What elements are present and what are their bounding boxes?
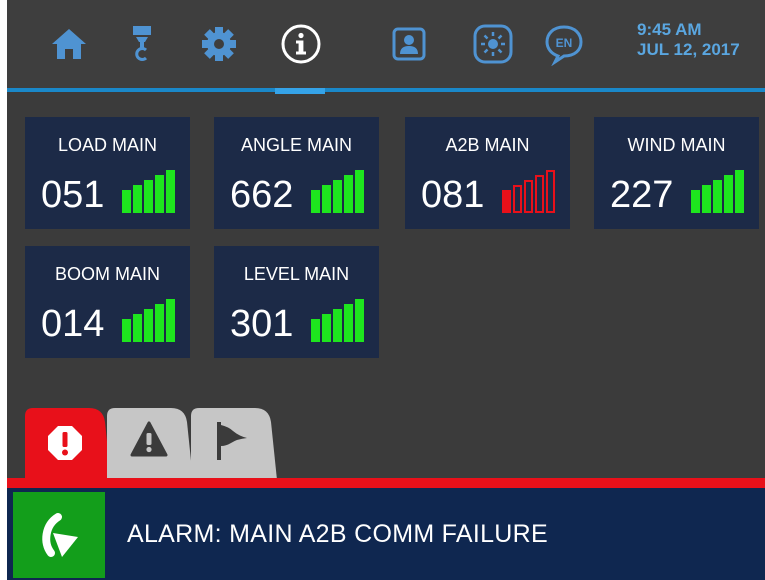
home-icon — [52, 29, 86, 59]
language-icon: EN — [545, 25, 583, 66]
nav-settings[interactable] — [197, 22, 241, 66]
nav-crane-hook[interactable] — [120, 22, 164, 66]
alarm-message: ALARM: MAIN A2B COMM FAILURE — [127, 520, 548, 548]
signal-strength-icon — [311, 170, 364, 213]
tile-boom-main[interactable]: BOOM MAIN 014 — [25, 246, 190, 358]
tile-level-main[interactable]: LEVEL MAIN 301 — [214, 246, 379, 358]
tile-angle-main[interactable]: ANGLE MAIN 662 — [214, 117, 379, 229]
display-screen: EN 9:45 AM JUL 12, 2017 LOAD MAIN 051 AN… — [7, 0, 765, 580]
nav-home[interactable] — [47, 22, 91, 66]
tile-label: LOAD MAIN — [57, 135, 158, 155]
acknowledge-button[interactable] — [13, 492, 105, 578]
crane-hook-icon — [133, 26, 151, 61]
tile-label: ANGLE MAIN — [240, 135, 353, 155]
language-code: EN — [556, 36, 573, 50]
nav-operator-id[interactable] — [387, 22, 431, 66]
info-icon — [281, 24, 321, 64]
signal-strength-icon — [502, 170, 555, 213]
signal-strength-icon — [122, 170, 175, 213]
active-nav-indicator — [275, 88, 325, 94]
tile-a2b-main[interactable]: A2B MAIN 081 — [405, 117, 570, 229]
signal-strength-icon — [691, 170, 744, 213]
top-nav-bar: EN 9:45 AM JUL 12, 2017 — [7, 0, 765, 90]
tile-value: 301 — [230, 303, 294, 345]
acknowledge-arrow-icon — [42, 513, 78, 557]
gear-icon — [202, 27, 236, 61]
tile-load-main[interactable]: LOAD MAIN 051 — [25, 117, 190, 229]
clock-display: 9:45 AM JUL 12, 2017 — [637, 20, 740, 60]
tile-label: A2B MAIN — [445, 135, 530, 155]
tile-value: 662 — [230, 174, 294, 216]
nav-info[interactable] — [279, 22, 323, 66]
tab-flags[interactable] — [191, 408, 277, 480]
date-text: JUL 12, 2017 — [637, 40, 740, 59]
signal-strength-icon — [122, 299, 175, 342]
time-text: 9:45 AM — [637, 20, 702, 39]
nav-brightness[interactable] — [471, 22, 515, 66]
tile-label: BOOM MAIN — [54, 264, 160, 284]
tile-label: WIND MAIN — [627, 135, 726, 155]
tile-value: 227 — [610, 174, 674, 216]
nav-divider — [7, 88, 765, 92]
tile-wind-main[interactable]: WIND MAIN 227 — [594, 117, 759, 229]
tab-alarms[interactable] — [25, 408, 111, 480]
brightness-icon — [473, 24, 513, 64]
signal-strength-icon — [311, 299, 364, 342]
tile-value: 051 — [41, 174, 105, 216]
tile-value: 014 — [41, 303, 105, 345]
tile-value: 081 — [421, 174, 485, 216]
nav-language[interactable]: EN — [542, 22, 586, 66]
tile-label: LEVEL MAIN — [243, 264, 350, 284]
tab-warnings[interactable] — [107, 408, 193, 480]
tab-baseline — [7, 478, 765, 488]
operator-id-icon — [392, 27, 426, 61]
alarm-octagon-icon — [48, 426, 82, 460]
